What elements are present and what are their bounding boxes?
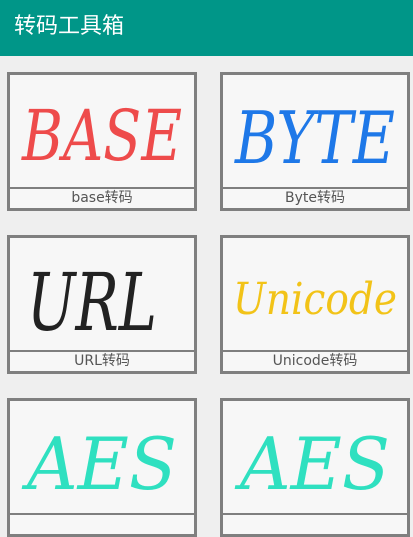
tool-card-url[interactable]: URL URL转码 (7, 235, 197, 374)
tool-caption: Byte转码 (285, 190, 345, 206)
tool-card-aes[interactable]: AES (7, 398, 197, 537)
app-bar: 转码工具箱 (0, 0, 413, 56)
tool-art: URL (10, 238, 194, 352)
tool-card-base[interactable]: BASE base转码 (7, 72, 197, 211)
tool-art: AES (10, 401, 194, 515)
tool-caption (10, 513, 194, 537)
tool-art: BYTE (223, 75, 407, 189)
tool-card-unicode[interactable]: Unicode Unicode转码 (220, 235, 410, 374)
tool-art-text: URL (27, 256, 157, 349)
tool-art: BASE (10, 75, 194, 189)
tool-art-text: AES (234, 422, 390, 506)
tool-caption: base转码 (71, 190, 133, 206)
tool-art: Unicode (223, 238, 407, 352)
tool-card-aes-2[interactable]: AES (220, 398, 410, 537)
tool-art-text: BASE (20, 95, 182, 177)
tool-art-text: AES (21, 422, 177, 506)
tool-art: AES (223, 401, 407, 515)
tool-art-text: BYTE (233, 96, 395, 180)
tool-card-byte[interactable]: BYTE Byte转码 (220, 72, 410, 211)
tool-art-text: Unicode (233, 274, 397, 325)
tool-caption: Unicode转码 (272, 353, 358, 369)
tool-caption (223, 513, 407, 537)
app-title: 转码工具箱 (14, 14, 125, 39)
tool-caption: URL转码 (74, 353, 130, 369)
